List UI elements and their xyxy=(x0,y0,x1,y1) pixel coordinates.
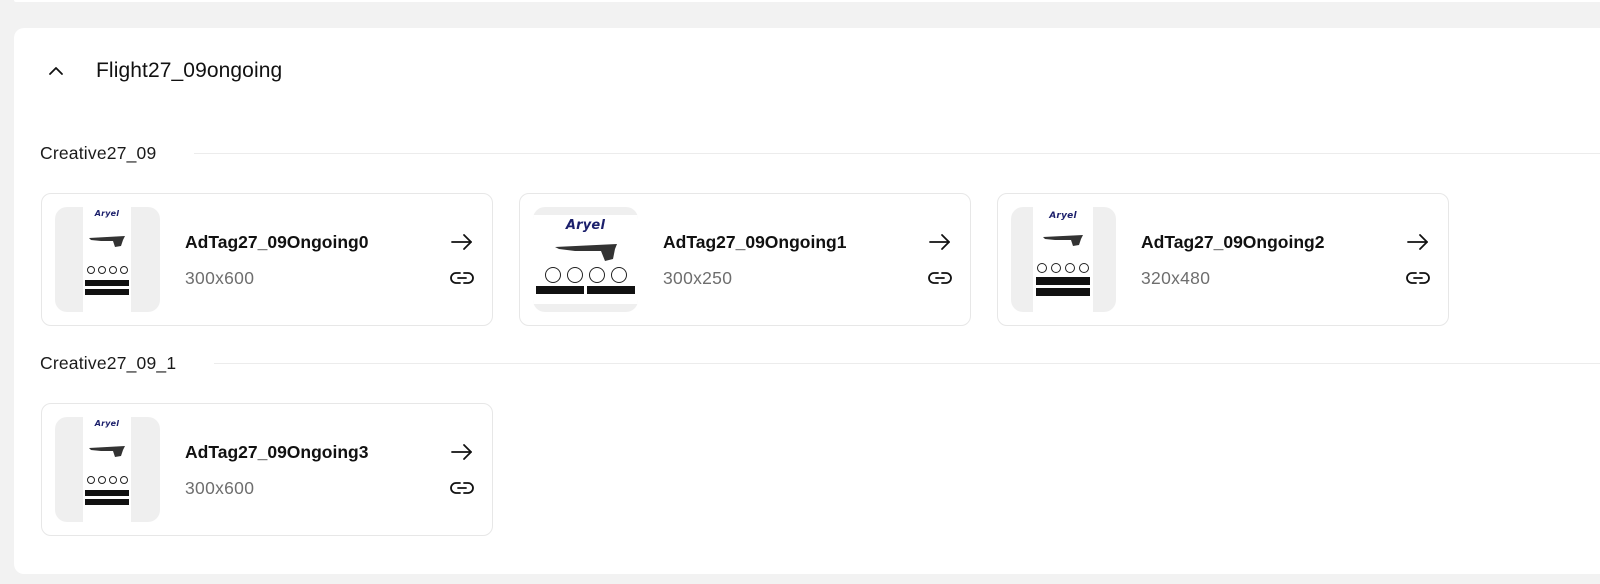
flight-header[interactable]: Flight27_09ongoing xyxy=(44,58,282,84)
ad-tag-card[interactable]: Aryel AdTag27_09Ongoing0 300x600 xyxy=(41,193,493,326)
arrow-right-icon[interactable] xyxy=(449,440,475,464)
sunglasses-icon xyxy=(1043,235,1083,246)
ad-thumbnail: Aryel xyxy=(1011,207,1116,312)
ad-tag-name: AdTag27_09Ongoing2 xyxy=(1141,232,1325,252)
sunglasses-icon xyxy=(554,244,617,261)
ad-tag-name: AdTag27_09Ongoing1 xyxy=(663,232,847,252)
aryel-logo: Aryel xyxy=(94,209,120,218)
flight-panel: Flight27_09ongoing Creative27_09 Aryel A… xyxy=(14,28,1600,574)
arrow-right-icon[interactable] xyxy=(927,230,953,254)
ad-tag-card[interactable]: Aryel AdTag27_09Ongoing2 320x480 xyxy=(997,193,1449,326)
sunglasses-icon xyxy=(89,236,125,247)
ad-thumbnail: Aryel xyxy=(55,207,160,312)
ad-thumbnail: Aryel xyxy=(55,417,160,522)
ad-tag-size: 300x600 xyxy=(185,478,255,498)
creative-label: Creative27_09 xyxy=(40,143,171,164)
creative-label: Creative27_09_1 xyxy=(40,353,191,374)
arrow-right-icon[interactable] xyxy=(449,230,475,254)
ad-tag-size: 320x480 xyxy=(1141,268,1211,288)
link-icon[interactable] xyxy=(927,266,953,290)
ad-tag-card[interactable]: Aryel AdTag27_09Ongoing1 300x250 xyxy=(519,193,971,326)
ad-tag-name: AdTag27_09Ongoing3 xyxy=(185,442,369,462)
ad-tag-name: AdTag27_09Ongoing0 xyxy=(185,232,369,252)
ad-thumbnail: Aryel xyxy=(533,207,638,312)
link-icon[interactable] xyxy=(449,266,475,290)
aryel-logo: Aryel xyxy=(565,218,606,233)
sunglasses-icon xyxy=(89,446,125,457)
flight-title: Flight27_09ongoing xyxy=(96,59,283,82)
link-icon[interactable] xyxy=(1405,266,1431,290)
chevron-up-icon[interactable] xyxy=(44,59,68,83)
creative-divider xyxy=(214,363,1600,364)
ad-tag-card[interactable]: Aryel AdTag27_09Ongoing3 300x600 xyxy=(41,403,493,536)
previous-panel-edge xyxy=(14,0,1600,2)
ad-tag-size: 300x600 xyxy=(185,268,255,288)
arrow-right-icon[interactable] xyxy=(1405,230,1431,254)
aryel-logo: Aryel xyxy=(94,419,120,428)
creative-divider xyxy=(194,153,1600,154)
ad-tag-size: 300x250 xyxy=(663,268,733,288)
aryel-logo: Aryel xyxy=(1049,211,1077,221)
link-icon[interactable] xyxy=(449,476,475,500)
